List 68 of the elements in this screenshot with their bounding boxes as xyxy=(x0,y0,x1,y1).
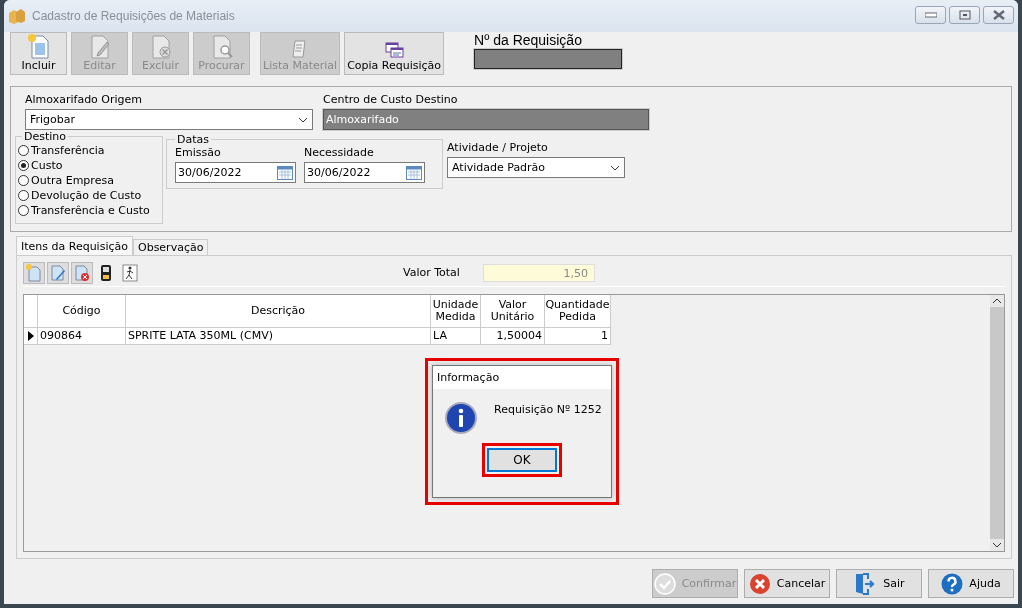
action-button[interactable]: Sair xyxy=(836,569,922,598)
edit-document-icon[interactable] xyxy=(47,261,69,284)
new-document-icon xyxy=(26,33,51,59)
delete-document-icon[interactable] xyxy=(71,261,93,284)
table-cell: 1,50004 xyxy=(481,328,545,344)
table-cell: LA xyxy=(431,328,481,344)
radio-button[interactable] xyxy=(18,145,29,156)
table-cell: 1 xyxy=(545,328,611,344)
action-button[interactable]: Ajuda xyxy=(928,569,1014,598)
date-field[interactable]: 30/06/2022 xyxy=(175,162,296,183)
column-header[interactable]: Unidade Medida xyxy=(431,295,481,327)
close-button[interactable] xyxy=(983,6,1014,24)
group-title: Destino xyxy=(23,130,68,143)
radio-option[interactable]: Devolução de Custo xyxy=(18,188,158,203)
column-header[interactable]: Quantidade Pedida xyxy=(545,295,611,327)
calendar-icon xyxy=(406,165,422,180)
field-label: Necessidade xyxy=(304,146,375,159)
chevron-down-icon xyxy=(610,164,620,171)
tab[interactable]: Itens da Requisição xyxy=(16,236,133,255)
field-label: Valor Total xyxy=(403,266,461,279)
action-button[interactable]: Cancelar xyxy=(744,569,830,598)
chevron-down-icon xyxy=(298,116,308,123)
radio-button[interactable] xyxy=(18,175,29,186)
tab[interactable]: Observação xyxy=(133,239,209,255)
ok-button[interactable]: OK xyxy=(487,448,557,472)
check-icon xyxy=(653,572,676,595)
toolbar-button[interactable]: Copia Requisição xyxy=(344,32,445,75)
maximize-button[interactable] xyxy=(949,6,980,24)
boxes-icon xyxy=(8,8,26,24)
dialog-message: Requisição Nº 1252 xyxy=(494,403,602,416)
total-value-field: 1,50 xyxy=(483,263,595,282)
calendar-icon xyxy=(277,165,293,180)
toolbar-button[interactable]: Incluir xyxy=(10,32,67,75)
radio-button[interactable] xyxy=(18,190,29,201)
minimize-icon xyxy=(924,12,937,18)
radio-option[interactable]: Outra Empresa xyxy=(18,173,158,188)
field-label: Atividade / Projeto xyxy=(447,141,549,154)
activity-dropdown[interactable]: Atividade Padrão xyxy=(447,157,625,178)
radio-option[interactable]: Custo xyxy=(18,158,158,173)
radio-option[interactable]: Transferência e Custo xyxy=(18,203,158,218)
radio-option[interactable]: Transferência xyxy=(18,143,158,158)
field-label: Emissão xyxy=(175,146,222,159)
origin-dropdown[interactable]: Frigobar xyxy=(25,109,313,130)
group-title: Datas xyxy=(176,133,210,146)
info-icon xyxy=(444,401,478,435)
restore-icon xyxy=(958,10,971,20)
close-icon xyxy=(991,10,1006,20)
cancel-icon xyxy=(748,572,771,595)
dialog-title: Informação xyxy=(433,366,611,389)
radio-button[interactable] xyxy=(18,205,29,216)
table-cell: SPRITE LATA 350ML (CMV) xyxy=(126,328,431,344)
field-label: Almoxarifado Origem xyxy=(25,93,144,106)
field-label: Nº da Requisição xyxy=(474,32,583,48)
scroll-up-icon[interactable] xyxy=(993,298,1001,303)
column-header[interactable]: Valor Unitário xyxy=(481,295,545,327)
walking-figure-icon[interactable] xyxy=(119,261,141,284)
copy-windows-icon xyxy=(384,41,405,59)
field-label: Centro de Custo Destino xyxy=(323,93,459,106)
scroll-down-icon[interactable] xyxy=(993,543,1001,548)
radio-button[interactable] xyxy=(18,160,29,171)
help-icon xyxy=(941,572,964,595)
table-cell: 090864 xyxy=(38,328,126,344)
column-header[interactable]: Descrição xyxy=(126,295,431,327)
column-header[interactable]: Código xyxy=(38,295,126,327)
scrollbar[interactable] xyxy=(990,295,1004,551)
window-title: Cadastro de Requisições de Materiais xyxy=(32,9,236,23)
cost-center-field: Almoxarifado xyxy=(323,109,649,130)
date-field[interactable]: 30/06/2022 xyxy=(304,162,425,183)
